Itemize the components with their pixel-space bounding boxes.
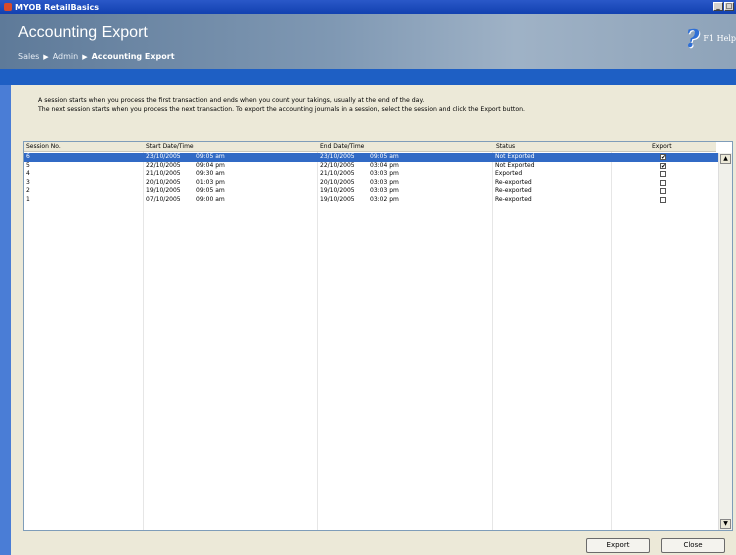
breadcrumb: Sales ▶ Admin ▶ Accounting Export bbox=[18, 52, 175, 61]
export-checkbox[interactable] bbox=[660, 196, 666, 203]
cell-end-date: 22/10/2005 bbox=[320, 161, 355, 169]
window-title: MYOB RetailBasics bbox=[15, 2, 99, 12]
cell-status: Re-exported bbox=[495, 178, 532, 186]
cell-end-date: 19/10/2005 bbox=[320, 187, 355, 195]
instructions-line-1: A session starts when you process the fi… bbox=[38, 97, 425, 104]
help-label: F1 Help bbox=[703, 34, 736, 43]
left-edge bbox=[0, 85, 11, 555]
table-row[interactable]: 6 23/10/2005 09:05 am 23/10/2005 09:05 a… bbox=[24, 153, 718, 162]
cell-status: Exported bbox=[495, 170, 523, 178]
cell-start-time: 01:03 pm bbox=[196, 178, 225, 186]
scroll-up-icon[interactable]: ▲ bbox=[720, 154, 731, 164]
cell-session: 5 bbox=[26, 161, 30, 169]
cell-end-time: 03:04 pm bbox=[370, 161, 399, 169]
column-session-no[interactable]: Session No. bbox=[26, 143, 61, 150]
cell-session: 4 bbox=[26, 170, 30, 178]
sessions-table: Session No. Start Date/Time End Date/Tim… bbox=[23, 141, 733, 531]
table-row[interactable]: 3 20/10/2005 01:03 pm 20/10/2005 03:03 p… bbox=[24, 179, 718, 188]
cell-status: Not Exported bbox=[495, 153, 535, 160]
cell-end-date: 23/10/2005 bbox=[320, 153, 355, 160]
cell-session: 3 bbox=[26, 178, 30, 186]
page-title: Accounting Export bbox=[18, 24, 148, 41]
maximize-button[interactable]: □ bbox=[724, 2, 734, 11]
cell-start-time: 09:30 am bbox=[196, 170, 225, 178]
cell-end-date: 20/10/2005 bbox=[320, 178, 355, 186]
cell-start-time: 09:05 am bbox=[196, 187, 225, 195]
cell-end-time: 03:02 pm bbox=[370, 195, 399, 203]
help-icon: ? bbox=[685, 24, 700, 53]
export-checkbox[interactable] bbox=[660, 171, 666, 178]
cell-start-date: 19/10/2005 bbox=[146, 187, 181, 195]
help-button[interactable]: ? F1 Help bbox=[685, 24, 736, 53]
cell-start-date: 07/10/2005 bbox=[146, 195, 181, 203]
cell-end-time: 03:03 pm bbox=[370, 178, 399, 186]
cell-status: Not Exported bbox=[495, 161, 535, 169]
vertical-scrollbar[interactable]: ▲ ▼ bbox=[718, 153, 732, 530]
cell-session: 1 bbox=[26, 195, 30, 203]
cell-session: 6 bbox=[26, 153, 30, 160]
window-titlebar: MYOB RetailBasics _ □ bbox=[0, 0, 736, 14]
close-button[interactable]: Close bbox=[661, 538, 725, 553]
cell-end-time: 09:05 am bbox=[370, 153, 399, 160]
cell-session: 2 bbox=[26, 187, 30, 195]
table-row[interactable]: 5 22/10/2005 09:04 pm 22/10/2005 03:04 p… bbox=[24, 162, 718, 171]
cell-status: Re-exported bbox=[495, 187, 532, 195]
column-start-date[interactable]: Start Date/Time bbox=[146, 143, 194, 150]
header-band bbox=[0, 69, 736, 85]
cell-end-time: 03:03 pm bbox=[370, 170, 399, 178]
export-checkbox[interactable] bbox=[660, 188, 666, 195]
cell-start-date: 21/10/2005 bbox=[146, 170, 181, 178]
column-export[interactable]: Export bbox=[652, 143, 672, 150]
cell-start-time: 09:05 am bbox=[196, 153, 225, 160]
main-content: A session starts when you process the fi… bbox=[11, 85, 736, 555]
table-body: 6 23/10/2005 09:05 am 23/10/2005 09:05 a… bbox=[24, 153, 718, 205]
column-status[interactable]: Status bbox=[496, 143, 515, 150]
table-row[interactable]: 1 07/10/2005 09:00 am 19/10/2005 03:02 p… bbox=[24, 196, 718, 205]
table-row[interactable]: 4 21/10/2005 09:30 am 21/10/2005 03:03 p… bbox=[24, 170, 718, 179]
cell-start-time: 09:04 pm bbox=[196, 161, 225, 169]
instructions: A session starts when you process the fi… bbox=[38, 96, 525, 114]
table-header: Session No. Start Date/Time End Date/Tim… bbox=[24, 142, 716, 152]
cell-status: Re-exported bbox=[495, 195, 532, 203]
cell-start-date: 23/10/2005 bbox=[146, 153, 181, 160]
cell-start-time: 09:00 am bbox=[196, 195, 225, 203]
minimize-button[interactable]: _ bbox=[713, 2, 723, 11]
scroll-down-icon[interactable]: ▼ bbox=[720, 519, 731, 529]
instructions-line-2: The next session starts when you process… bbox=[38, 106, 526, 113]
breadcrumb-admin[interactable]: Admin bbox=[53, 52, 79, 61]
export-checkbox[interactable] bbox=[660, 179, 666, 186]
export-checkbox[interactable]: ✔ bbox=[660, 154, 666, 161]
export-button[interactable]: Export bbox=[586, 538, 650, 553]
chevron-right-icon: ▶ bbox=[82, 52, 88, 61]
cell-end-date: 19/10/2005 bbox=[320, 195, 355, 203]
export-checkbox[interactable]: ✔ bbox=[660, 162, 666, 169]
cell-start-date: 22/10/2005 bbox=[146, 161, 181, 169]
cell-start-date: 20/10/2005 bbox=[146, 178, 181, 186]
cell-end-date: 21/10/2005 bbox=[320, 170, 355, 178]
chevron-right-icon: ▶ bbox=[43, 52, 49, 61]
breadcrumb-current: Accounting Export bbox=[91, 52, 175, 61]
table-row[interactable]: 2 19/10/2005 09:05 am 19/10/2005 03:03 p… bbox=[24, 187, 718, 196]
cell-end-time: 03:03 pm bbox=[370, 187, 399, 195]
column-end-date[interactable]: End Date/Time bbox=[320, 143, 364, 150]
app-icon bbox=[4, 3, 12, 11]
page-header: Accounting Export Sales ▶ Admin ▶ Accoun… bbox=[0, 14, 736, 69]
breadcrumb-sales[interactable]: Sales bbox=[18, 52, 39, 61]
